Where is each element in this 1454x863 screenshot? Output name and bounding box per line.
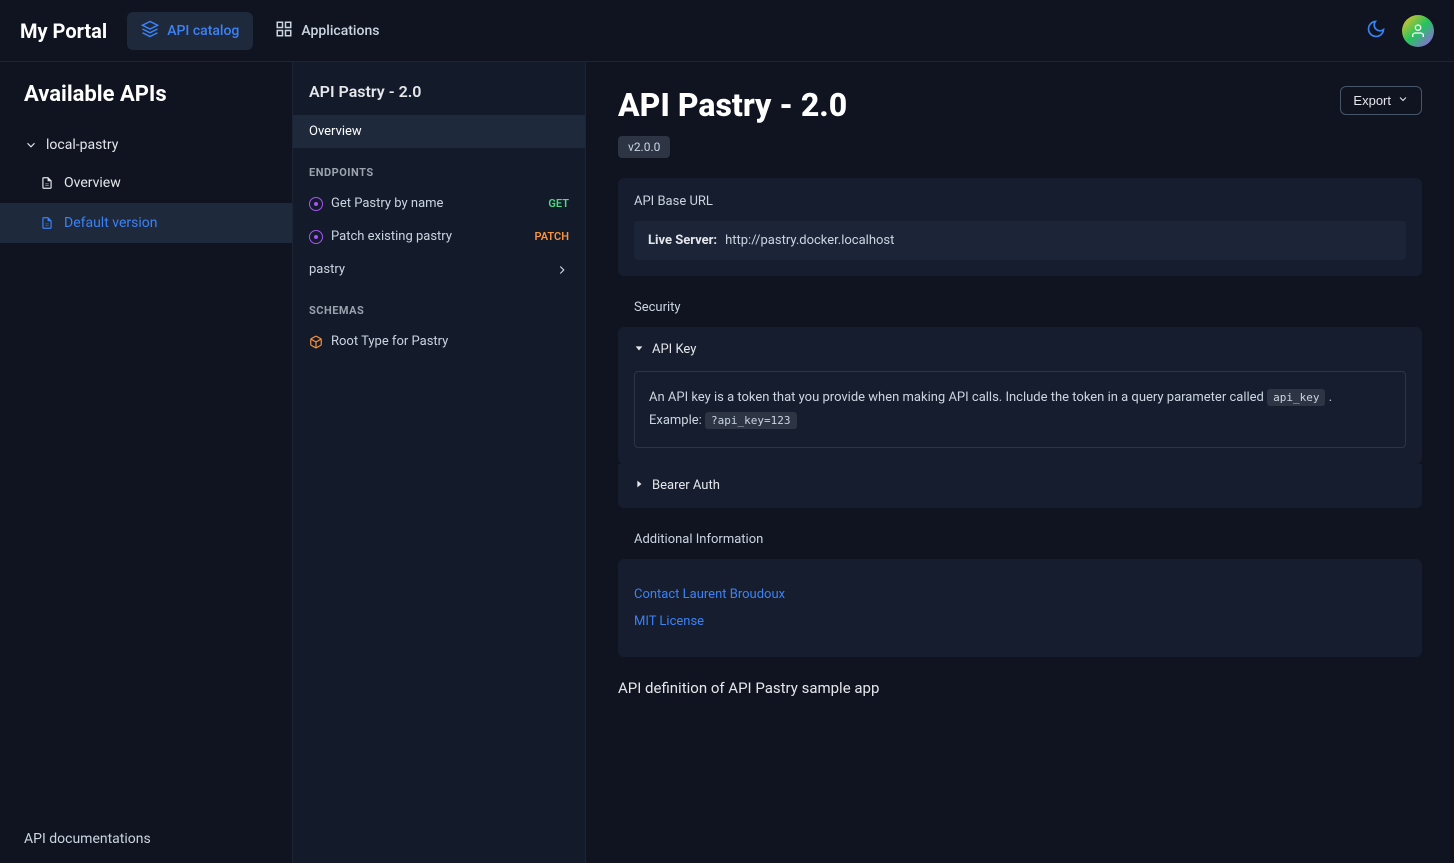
sidebar-available-apis: Available APIs local-pastry Overview Def… — [0, 62, 293, 863]
security-panel-bearer: Bearer Auth — [618, 464, 1422, 508]
caret-right-icon — [634, 478, 644, 493]
security-toggle-apikey[interactable]: API Key — [618, 331, 1422, 367]
server-url: http://pastry.docker.localhost — [725, 233, 894, 248]
security-panel-apikey: API Key An API key is a token that you p… — [618, 327, 1422, 464]
operation-icon — [309, 197, 323, 211]
user-avatar[interactable] — [1402, 15, 1434, 47]
cube-icon — [309, 335, 323, 349]
sidebar-item-label: Overview — [64, 175, 121, 191]
schema-label: Root Type for Pastry — [331, 334, 448, 349]
layers-icon — [141, 20, 159, 42]
top-header: My Portal API catalog Applications — [0, 0, 1454, 62]
grid-icon — [275, 20, 293, 42]
api-nav-title: API Pastry - 2.0 — [293, 82, 585, 115]
link-list: Contact Laurent Broudoux MIT License — [634, 575, 1406, 641]
nav-api-catalog[interactable]: API catalog — [127, 12, 253, 50]
endpoint-item[interactable]: Get Pastry by name GET — [293, 187, 585, 220]
license-link[interactable]: MIT License — [634, 608, 1406, 635]
security-name: Bearer Auth — [652, 478, 720, 493]
sidebar-item-overview[interactable]: Overview — [0, 163, 292, 203]
endpoint-group-label: pastry — [309, 262, 345, 277]
endpoint-group[interactable]: pastry — [293, 253, 585, 286]
header-right — [1366, 15, 1434, 47]
export-label: Export — [1353, 93, 1391, 108]
security-description: An API key is a token that you provide w… — [634, 371, 1406, 448]
main-layout: Available APIs local-pastry Overview Def… — [0, 62, 1454, 863]
additional-info-panel: Contact Laurent Broudoux MIT License — [618, 559, 1422, 657]
contact-link[interactable]: Contact Laurent Broudoux — [634, 581, 1406, 608]
nav-overview-label: Overview — [309, 124, 362, 139]
base-url-panel: API Base URL Live Server: http://pastry.… — [618, 178, 1422, 276]
endpoint-label: Patch existing pastry — [331, 229, 452, 244]
api-group-label: local-pastry — [46, 137, 118, 153]
operation-icon — [309, 230, 323, 244]
additional-info-label: Additional Information — [618, 532, 1422, 547]
method-badge: GET — [548, 197, 569, 210]
api-group[interactable]: local-pastry — [0, 127, 292, 163]
endpoint-label: Get Pastry by name — [331, 196, 443, 211]
server-box: Live Server: http://pastry.docker.localh… — [634, 221, 1406, 260]
security-label: Security — [618, 300, 1422, 315]
security-param-code: api_key — [1267, 389, 1325, 406]
security-example-label: Example: — [649, 413, 705, 428]
nav-applications[interactable]: Applications — [261, 12, 393, 50]
document-icon — [40, 176, 54, 190]
sidebar-footer: API documentations — [0, 815, 292, 863]
sidebar-item-label: Default version — [64, 215, 157, 231]
chevron-down-icon — [1397, 93, 1409, 108]
document-icon — [40, 216, 54, 230]
api-description: API definition of API Pastry sample app — [618, 679, 1422, 697]
nav-overview[interactable]: Overview — [293, 115, 585, 148]
chevron-down-icon — [24, 138, 38, 152]
nav-label: API catalog — [167, 23, 239, 39]
version-badge: v2.0.0 — [618, 136, 670, 158]
sidebar-api-nav: API Pastry - 2.0 Overview ENDPOINTS Get … — [293, 62, 586, 863]
sidebar-item-default-version[interactable]: Default version — [0, 203, 292, 243]
sidebar-title: Available APIs — [0, 82, 292, 127]
server-label: Live Server: — [648, 233, 717, 248]
security-desc-suffix: . — [1329, 390, 1332, 405]
method-badge: PATCH — [535, 230, 569, 243]
endpoints-header: ENDPOINTS — [293, 148, 585, 187]
security-desc-prefix: An API key is a token that you provide w… — [649, 390, 1267, 405]
main-content: API Pastry - 2.0 Export v2.0.0 API Base … — [586, 62, 1454, 863]
nav-label: Applications — [301, 23, 379, 39]
chevron-right-icon — [555, 263, 569, 277]
security-toggle-bearer[interactable]: Bearer Auth — [618, 468, 1422, 504]
brand-title: My Portal — [20, 19, 107, 43]
content-header: API Pastry - 2.0 Export — [618, 86, 1422, 124]
page-title: API Pastry - 2.0 — [618, 86, 847, 124]
schema-item[interactable]: Root Type for Pastry — [293, 325, 585, 358]
security-name: API Key — [652, 342, 696, 357]
export-button[interactable]: Export — [1340, 86, 1422, 115]
endpoint-item[interactable]: Patch existing pastry PATCH — [293, 220, 585, 253]
caret-down-icon — [634, 342, 644, 357]
theme-toggle-icon[interactable] — [1366, 19, 1386, 43]
base-url-label: API Base URL — [634, 194, 1406, 209]
nav-items: API catalog Applications — [127, 12, 393, 50]
schemas-header: SCHEMAS — [293, 286, 585, 325]
security-example-code: ?api_key=123 — [705, 412, 796, 429]
